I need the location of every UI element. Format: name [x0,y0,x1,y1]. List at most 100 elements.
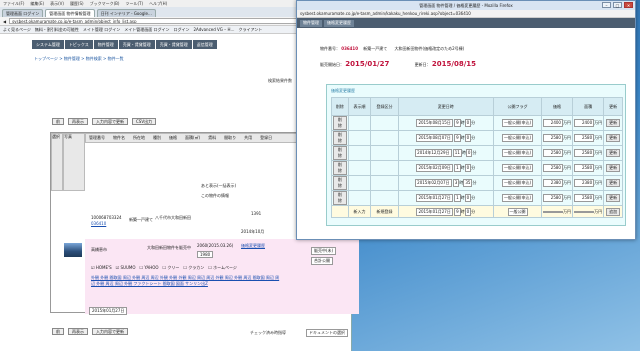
bookmark-item[interactable]: クライアント [238,27,262,33]
close-icon[interactable]: ✕ [624,2,633,8]
price-input[interactable]: 2400 [542,119,563,127]
nav-sales[interactable]: 売買・賃貸管理 [118,40,155,49]
crumb-price-history: 価格変更履歴 [324,19,354,27]
delete-button[interactable]: 削除 [333,191,347,205]
date-select[interactable]: 2014年12月29日 [415,149,452,157]
price-input[interactable]: 2380 [542,179,563,187]
price-input[interactable]: 2580 [542,194,563,202]
area-input[interactable]: 2580 [574,194,595,202]
prev-button[interactable]: 前 [52,118,64,125]
row1-date: 2014年10月 [241,229,265,234]
footer-select[interactable]: ドキュメントの選択 [306,329,348,337]
menu-bookmarks[interactable]: ブックマーク(B) [90,1,120,7]
update-row-button[interactable]: 更新 [606,179,621,187]
date-select[interactable]: 2015年01月27日 [416,194,453,202]
check-yahoo[interactable]: ☐ YAHOO [140,265,159,271]
menu-tools[interactable]: ツール(T) [125,1,143,7]
date-select[interactable]: 2015年08月07日 [416,134,453,142]
update-row-button[interactable]: 更新 [606,119,621,127]
add-row-button[interactable]: 追加 [606,207,621,216]
tab-interior[interactable]: 日刊 インテリア - Google… [96,9,156,17]
price-input[interactable]: 2580 [542,149,563,157]
delete-button[interactable]: 削除 [333,131,347,145]
bookmark-item[interactable]: 無料・割引料金の可能性 [35,27,79,33]
update-button-bottom[interactable]: 入力内容で更新 [92,328,128,335]
status-select[interactable]: 販売中(未) [311,247,337,255]
area-input[interactable]: 2380 [574,179,595,187]
delete-button[interactable]: 削除 [333,176,347,190]
menu-help[interactable]: ヘルプ(H) [149,1,167,7]
tab-object-manage[interactable]: 管理画面 物件情報管理 [45,9,95,17]
delete-button[interactable]: 削除 [333,116,347,130]
flag-select[interactable]: 一般公開(申込) [501,179,534,187]
prev-button-bottom[interactable]: 前 [52,328,64,335]
flag-select[interactable]: 一般公開(申込) [501,164,534,172]
check-suumo[interactable]: ☑ SUUMO [116,265,136,271]
new-area-input[interactable] [574,210,595,213]
price-history-link[interactable]: 価格変更履歴 [241,243,265,249]
header-label: 間取り [224,135,237,140]
crumb-objects[interactable]: 物件管理 [300,19,322,27]
nav-system[interactable]: システム管理 [32,40,64,49]
bookmark-item[interactable]: ログイン [173,27,189,33]
nav-topics[interactable]: トピックス [64,40,93,49]
row1-code-link[interactable]: 036410 [91,221,106,226]
link-grid[interactable]: 外観 外観 間取図 周辺 外観 周辺 周辺 外観 外観 外観 周辺 周辺 周辺 … [91,275,281,287]
tab-login[interactable]: 管理画面 ログイン [2,9,44,17]
menu-view[interactable]: 表示(V) [50,1,64,7]
nav-reply[interactable]: 返信管理 [192,40,217,49]
date-select[interactable]: 2015年02月07日 [415,179,452,187]
header-label: 価格 [169,135,177,140]
history-row: 削除 2015年02月07日 3 時 35 分一般公開(申込) 2380 万円 2380 万円更… [331,175,623,191]
menu-edit[interactable]: 編集(E) [30,1,44,7]
delete-button[interactable]: 削除 [333,161,347,175]
check-homepage[interactable]: ☐ ホームページ [208,265,237,271]
check-homes[interactable]: ☑ HOME'S [91,265,112,271]
update-row-button[interactable]: 更新 [606,134,621,142]
bookmark-item[interactable]: メイト管理 ログイン [83,27,120,33]
update-row-button[interactable]: 更新 [606,149,621,157]
area-input[interactable]: 2580 [574,164,595,172]
maximize-icon[interactable]: □ [613,2,622,8]
new-date-select[interactable]: 2015年01月27日 [416,207,453,216]
price-input[interactable]: 2580 [542,164,563,172]
check-clacan[interactable]: ☐ クラカン [183,265,204,271]
refresh-button[interactable]: 再表示 [68,118,88,125]
flag-select[interactable]: 一般公開(申込) [501,149,534,157]
new-price-input[interactable] [542,210,563,213]
footer-date-select[interactable]: 2015年01月27日 [89,307,128,315]
date-select[interactable]: 2015年08月15日 [416,119,453,127]
area-input[interactable]: 2400 [574,119,595,127]
price-input[interactable]: 2580 [542,134,563,142]
popup-url[interactable]: sysbest.okamuramate.co.jp/e-tasm_admin/k… [300,11,471,16]
hour-select[interactable]: 11 [452,149,462,157]
delete-button[interactable]: 削除 [333,146,347,160]
row2-price-input[interactable]: 1980 [197,251,214,258]
flag-select[interactable]: 一般公開(申込) [501,119,534,127]
menu-file[interactable]: ファイル(F) [3,1,24,7]
order-cell [347,190,372,206]
back-arrow-icon[interactable]: ◀ [3,19,6,24]
update-button[interactable]: 入力内容で更新 [92,118,128,125]
area-input[interactable]: 2580 [574,134,595,142]
refresh-button-bottom[interactable]: 再表示 [68,328,88,335]
update-row-button[interactable]: 更新 [606,194,621,202]
bookmark-item[interactable]: よく見るページ [3,27,31,33]
flag-select[interactable]: 一般公開(申込) [501,194,534,202]
update-row-button[interactable]: 更新 [606,164,621,172]
public-select[interactable]: 合計公開 [311,257,333,265]
menu-history[interactable]: 履歴(S) [70,1,84,7]
bookmark-item[interactable]: 2Advanced VG – H… [193,27,234,32]
nav-rent[interactable]: 売買・賃貸管理 [155,40,192,49]
check-cree[interactable]: ☐ クリー [163,265,180,271]
new-flag-select[interactable]: 一般公開 [507,207,528,216]
nav-objects[interactable]: 物件管理 [93,40,118,49]
tab-label: 日刊 インテリア - Google… [100,10,152,16]
date-select[interactable]: 2015年02月09日 [416,164,453,172]
url-input[interactable]: sysbest.okamuramate.co.jp/e-tasm_admin/o… [9,18,343,24]
bookmark-item[interactable]: メイト管理画面 ログイン [124,27,169,33]
minimize-icon[interactable]: – [602,2,611,8]
csv-button[interactable]: CSV出力 [132,118,157,125]
flag-select[interactable]: 一般公開(申込) [501,134,534,142]
area-input[interactable]: 2580 [574,149,595,157]
